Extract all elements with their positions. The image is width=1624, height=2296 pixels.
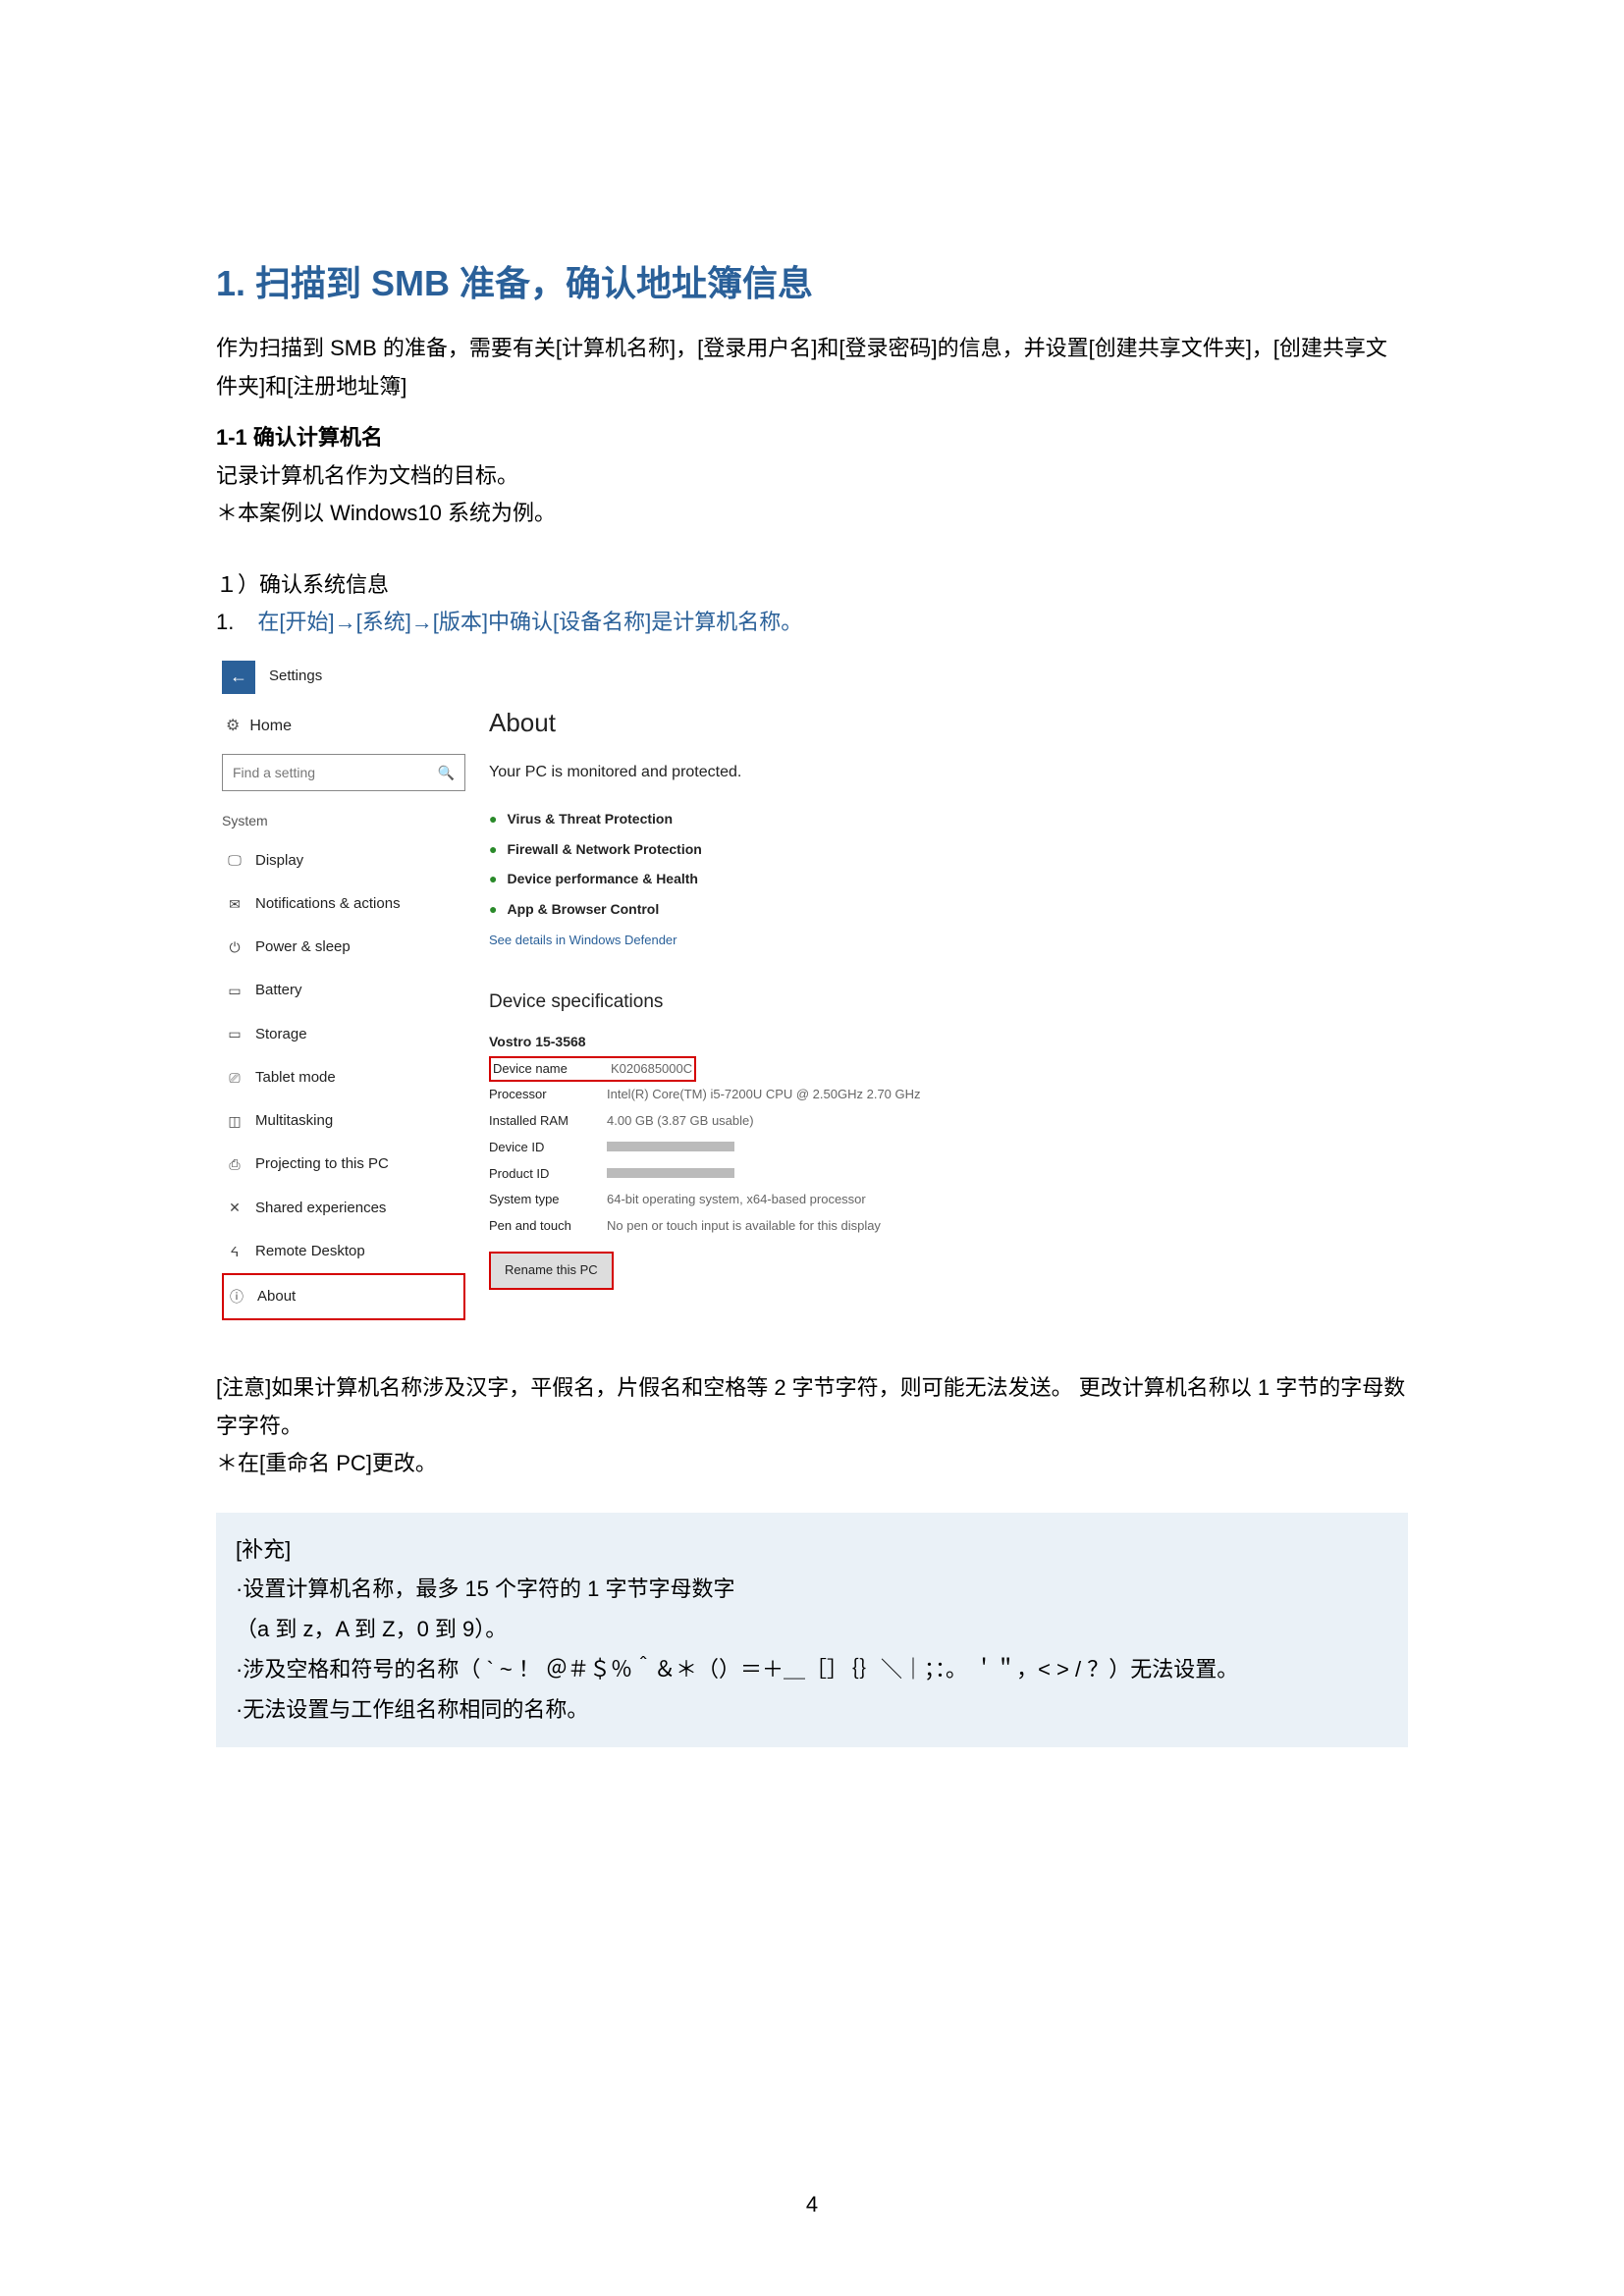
home-link[interactable]: Home bbox=[249, 713, 292, 740]
spec-ram-k: Installed RAM bbox=[489, 1110, 607, 1133]
note-line-2: ＊在[重命名 PC]更改。 bbox=[216, 1445, 1408, 1483]
multitasking-icon: ◫ bbox=[226, 1109, 244, 1134]
battery-icon: ▭ bbox=[226, 979, 244, 1003]
check-icon: ● bbox=[489, 837, 497, 862]
prot-firewall: Firewall & Network Protection bbox=[507, 837, 701, 862]
sidebar-item-multitasking[interactable]: ◫Multitasking bbox=[222, 1099, 465, 1143]
sec11-line2: ＊本案例以 Windows10 系统为例。 bbox=[216, 495, 1408, 533]
redacted-strip bbox=[607, 1142, 734, 1151]
supp-line-2: （a 到 z，A 到 Z，0 到 9）。 bbox=[236, 1610, 1388, 1650]
supp-heading: [补充] bbox=[236, 1530, 1388, 1571]
section-heading-1: 1. 扫描到 SMB 准备，确认地址簿信息 bbox=[216, 255, 1408, 306]
sidebar-item-storage[interactable]: ▭Storage bbox=[222, 1013, 465, 1056]
search-placeholder: Find a setting bbox=[233, 761, 315, 785]
note-line-1: [注意]如果计算机名称涉及汉字，平假名，片假名和空格等 2 字节字符，则可能无法… bbox=[216, 1369, 1408, 1445]
about-icon: ⓘ bbox=[228, 1285, 245, 1309]
storage-icon: ▭ bbox=[226, 1022, 244, 1046]
about-heading: About bbox=[489, 701, 1045, 746]
page-number: 4 bbox=[0, 2192, 1624, 2217]
search-icon: 🔍 bbox=[438, 761, 455, 785]
prot-app: App & Browser Control bbox=[507, 897, 659, 922]
sidebar-item-shared[interactable]: ✕Shared experiences bbox=[222, 1187, 465, 1230]
defender-link[interactable]: See details in Windows Defender bbox=[489, 930, 1045, 952]
sidebar-item-display[interactable]: 🖵Display bbox=[222, 839, 465, 882]
sidebar-item-remote[interactable]: ᔦRemote Desktop bbox=[222, 1230, 465, 1273]
rename-pc-button[interactable]: Rename this PC bbox=[489, 1252, 614, 1290]
step-number: 1. bbox=[216, 604, 234, 642]
device-spec-heading: Device specifications bbox=[489, 986, 1045, 1018]
back-arrow-icon[interactable]: ← bbox=[222, 661, 255, 694]
intro-paragraph: 作为扫描到 SMB 的准备，需要有关[计算机名称]，[登录用户名]和[登录密码]… bbox=[216, 330, 1408, 405]
prot-virus: Virus & Threat Protection bbox=[507, 807, 673, 831]
supplement-box: [补充] ·设置计算机名称，最多 15 个字符的 1 字节字母数字 （a 到 z… bbox=[216, 1513, 1408, 1747]
sidebar-item-about[interactable]: ⓘAbout bbox=[222, 1273, 465, 1320]
gear-icon: ⚙ bbox=[226, 713, 240, 740]
monitor-status: Your PC is monitored and protected. bbox=[489, 759, 1045, 786]
check-icon: ● bbox=[489, 897, 497, 922]
sidebar-item-notifications[interactable]: ✉Notifications & actions bbox=[222, 882, 465, 926]
shared-icon: ✕ bbox=[226, 1196, 244, 1220]
sidebar-item-projecting[interactable]: ⎙Projecting to this PC bbox=[222, 1143, 465, 1186]
sidebar-item-battery[interactable]: ▭Battery bbox=[222, 969, 465, 1012]
search-input[interactable]: Find a setting 🔍 bbox=[222, 754, 465, 792]
spec-pen-k: Pen and touch bbox=[489, 1215, 607, 1238]
spec-systype-k: System type bbox=[489, 1189, 607, 1211]
subsection-1-1: 1-1 确认计算机名 bbox=[216, 419, 1408, 457]
spec-device-name-v: K020685000C bbox=[611, 1058, 692, 1081]
spec-pen-v: No pen or touch input is available for t… bbox=[607, 1215, 881, 1238]
supp-line-1: ·设置计算机名称，最多 15 个字符的 1 字节字母数字 bbox=[236, 1570, 1388, 1610]
spec-systype-v: 64-bit operating system, x64-based proce… bbox=[607, 1189, 866, 1211]
supp-line-3: ·涉及空格和符号的名称（ ` ~ ！ ＠＃＄％＾＆＊（）＝＋＿［］｛｝＼｜；：。… bbox=[236, 1650, 1388, 1690]
remote-icon: ᔦ bbox=[226, 1240, 244, 1264]
spec-ram-v: 4.00 GB (3.87 GB usable) bbox=[607, 1110, 754, 1133]
spec-processor-k: Processor bbox=[489, 1084, 607, 1106]
settings-about-screenshot: ← Settings ⚙ Home Find a setting 🔍 Syste… bbox=[216, 656, 1051, 1331]
step-1-text: 在[开始]→[系统]→[版本]中确认[设备名称]是计算机名称。 bbox=[257, 604, 802, 642]
display-icon: 🖵 bbox=[226, 848, 244, 873]
check-icon: ● bbox=[489, 807, 497, 831]
sec11-line1: 记录计算机名作为文档的目标。 bbox=[216, 457, 1408, 496]
supp-line-4: ·无法设置与工作组名称相同的名称。 bbox=[236, 1690, 1388, 1731]
spec-device-name-k: Device name bbox=[493, 1058, 611, 1081]
settings-title: Settings bbox=[269, 664, 322, 689]
projecting-icon: ⎙ bbox=[226, 1152, 244, 1177]
redacted-strip bbox=[607, 1168, 734, 1178]
spec-processor-v: Intel(R) Core(TM) i5-7200U CPU @ 2.50GHz… bbox=[607, 1084, 921, 1106]
device-model: Vostro 15-3568 bbox=[489, 1030, 1045, 1054]
prot-device: Device performance & Health bbox=[507, 867, 698, 891]
spec-deviceid-k: Device ID bbox=[489, 1137, 607, 1159]
spec-productid-k: Product ID bbox=[489, 1163, 607, 1186]
tablet-icon: ⎚ bbox=[226, 1066, 244, 1091]
category-system: System bbox=[222, 809, 465, 833]
step-group-heading: １）确认系统信息 bbox=[216, 566, 1408, 605]
power-icon: ⏻ bbox=[226, 935, 244, 960]
sidebar-item-power[interactable]: ⏻Power & sleep bbox=[222, 926, 465, 969]
check-icon: ● bbox=[489, 867, 497, 891]
sidebar-item-tablet[interactable]: ⎚Tablet mode bbox=[222, 1056, 465, 1099]
notifications-icon: ✉ bbox=[226, 892, 244, 917]
